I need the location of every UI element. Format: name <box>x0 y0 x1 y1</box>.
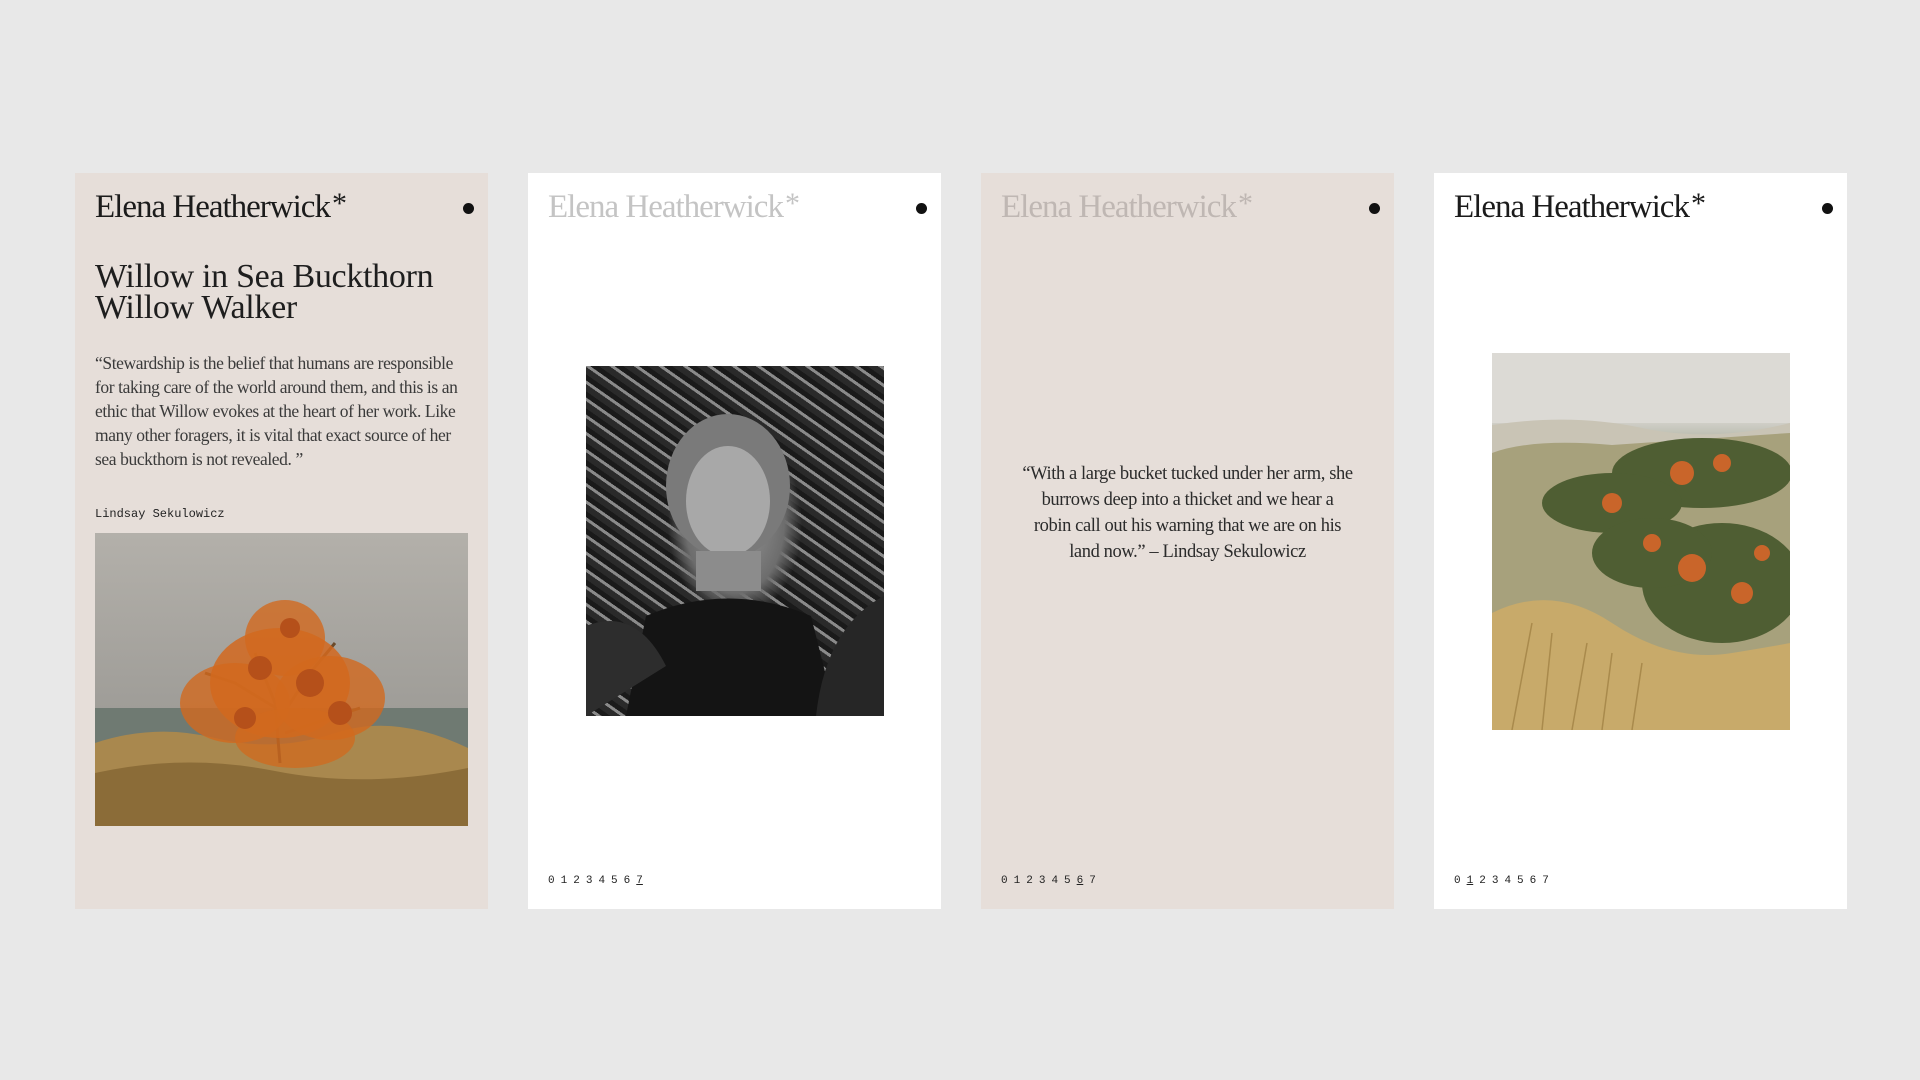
menu-dot-icon[interactable] <box>1369 203 1380 214</box>
sea-buckthorn-bush-illustration <box>95 600 468 826</box>
dunes-illustration <box>1492 353 1790 730</box>
page-indicator: 0 1 2 3 4 5 6 7 <box>1001 875 1096 887</box>
brand-logo[interactable]: Elena Heatherwick* <box>1001 187 1253 226</box>
story-title-line-2: Willow Walker <box>95 289 297 326</box>
pull-quote: “With a large bucket tucked under her ar… <box>1022 464 1353 562</box>
story-author: Lindsay Sekulowicz <box>95 507 225 521</box>
page-link-3[interactable]: 3 <box>1039 875 1046 887</box>
brand-mark: * <box>784 187 800 220</box>
page-link-3[interactable]: 3 <box>586 875 593 887</box>
willow-portrait-photo <box>586 366 884 716</box>
page-link-2[interactable]: 2 <box>1026 875 1033 887</box>
page-link-7[interactable]: 7 <box>1089 875 1096 887</box>
page-link-0[interactable]: 0 <box>1001 875 1008 887</box>
story-card-intro: Elena Heatherwick* Willow in Sea Bucktho… <box>75 173 488 909</box>
page-link-4[interactable]: 4 <box>1051 875 1058 887</box>
menu-dot-icon[interactable] <box>463 203 474 214</box>
page-link-2[interactable]: 2 <box>1479 875 1486 887</box>
page-link-4[interactable]: 4 <box>598 875 605 887</box>
brand-logo[interactable]: Elena Heatherwick* <box>1454 187 1706 226</box>
page-link-1[interactable]: 1 <box>561 875 568 887</box>
page-link-6[interactable]: 6 <box>624 875 631 887</box>
story-quote: “Stewardship is the belief that humans a… <box>95 353 458 469</box>
page-link-0[interactable]: 0 <box>548 875 555 887</box>
brand-name: Elena Heatherwick <box>548 189 784 225</box>
page-link-1[interactable]: 1 <box>1014 875 1021 887</box>
page-link-1[interactable]: 1 <box>1467 875 1474 887</box>
page-link-5[interactable]: 5 <box>1517 875 1524 887</box>
menu-dot-icon[interactable] <box>916 203 927 214</box>
page-indicator: 0 1 2 3 4 5 6 7 <box>1454 875 1549 887</box>
brand-mark: * <box>331 187 347 220</box>
page-link-7[interactable]: 7 <box>1542 875 1549 887</box>
story-title: Willow in Sea Buckthorn Willow Walker <box>95 260 475 326</box>
brand-name: Elena Heatherwick <box>95 189 331 225</box>
page-link-5[interactable]: 5 <box>1064 875 1071 887</box>
page-link-6[interactable]: 6 <box>1077 875 1084 887</box>
brand-name: Elena Heatherwick <box>1001 189 1237 225</box>
dunes-landscape-photo <box>1492 353 1790 730</box>
story-card-landscape: Elena Heatherwick* 0 1 2 3 4 5 6 7 <box>1434 173 1847 909</box>
brand-mark: * <box>1237 187 1253 220</box>
page-link-6[interactable]: 6 <box>1530 875 1537 887</box>
page-link-4[interactable]: 4 <box>1504 875 1511 887</box>
brand-logo[interactable]: Elena Heatherwick* <box>548 187 800 226</box>
page-link-5[interactable]: 5 <box>611 875 618 887</box>
brand-logo[interactable]: Elena Heatherwick* <box>95 187 347 226</box>
menu-dot-icon[interactable] <box>1822 203 1833 214</box>
story-card-portrait: Elena Heatherwick* 0 1 2 3 4 5 6 7 <box>528 173 941 909</box>
page-link-7[interactable]: 7 <box>636 875 643 887</box>
sea-buckthorn-bush-photo <box>95 533 468 826</box>
brand-mark: * <box>1690 187 1706 220</box>
brand-name: Elena Heatherwick <box>1454 189 1690 225</box>
page-link-2[interactable]: 2 <box>573 875 580 887</box>
portrait-illustration <box>586 414 884 716</box>
page-link-3[interactable]: 3 <box>1492 875 1499 887</box>
page-indicator: 0 1 2 3 4 5 6 7 <box>548 875 643 887</box>
story-card-quote: Elena Heatherwick* “With a large bucket … <box>981 173 1394 909</box>
page-link-0[interactable]: 0 <box>1454 875 1461 887</box>
